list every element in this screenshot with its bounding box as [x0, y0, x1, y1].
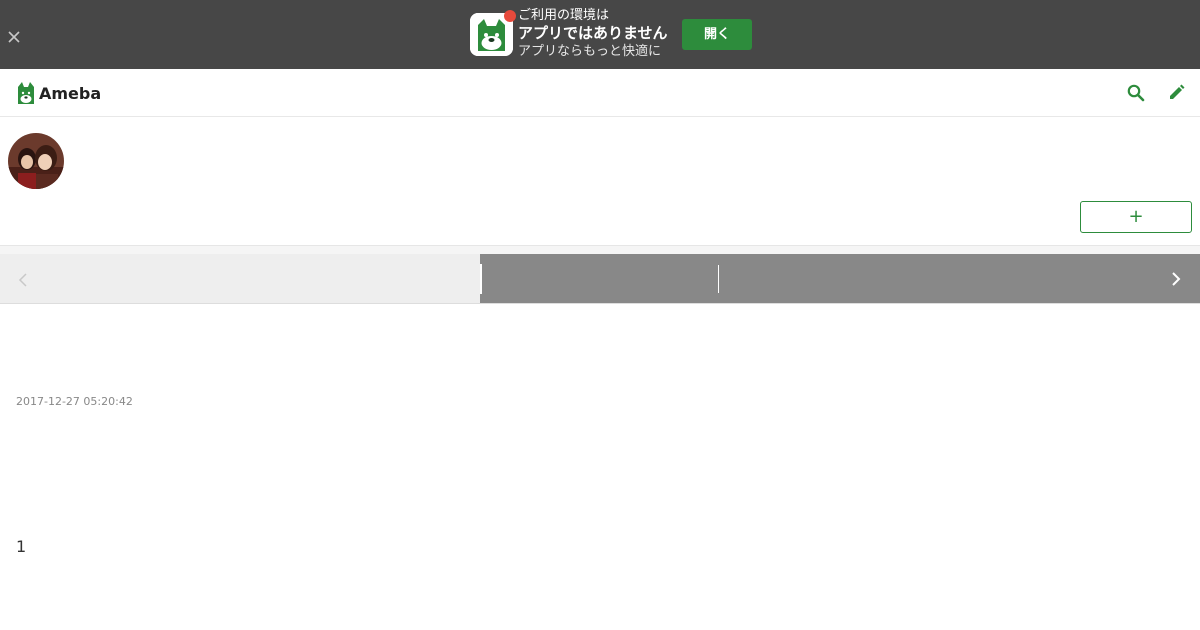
notification-badge [504, 10, 516, 22]
pencil-icon[interactable] [1166, 83, 1186, 103]
chevron-left-icon [17, 272, 29, 287]
pager-separator [718, 265, 719, 293]
banner-line-3: アプリならもっと快適に [518, 44, 662, 59]
banner-message: ご利用の環境は アプリではありません アプリならもっと快適に [518, 7, 678, 60]
previous-entry-button[interactable] [0, 254, 480, 303]
post-body: 1 [16, 537, 27, 556]
blog-profile: + [0, 117, 1200, 245]
chevron-right-icon [1170, 271, 1182, 287]
entry-pager [0, 254, 1200, 304]
open-app-button[interactable]: 開く [682, 19, 752, 50]
post-date: 2017-12-27 05:20:42 [16, 395, 133, 408]
ameba-logo[interactable]: Ameba [16, 80, 101, 106]
site-header: Ameba [0, 69, 1200, 117]
ameba-logo-icon [16, 80, 36, 106]
close-icon[interactable] [5, 28, 23, 46]
next-entry-button[interactable] [480, 254, 1200, 303]
banner-line-2: アプリではありません [518, 24, 668, 42]
app-install-banner: ご利用の環境は アプリではありません アプリならもっと快適に 開く [0, 0, 1200, 69]
banner-line-1: ご利用の環境は [518, 8, 610, 23]
pager-divider [480, 264, 482, 294]
search-icon[interactable] [1126, 83, 1146, 103]
avatar[interactable] [8, 133, 64, 189]
follow-button[interactable]: + [1080, 201, 1192, 233]
logo-text: Ameba [39, 83, 102, 103]
